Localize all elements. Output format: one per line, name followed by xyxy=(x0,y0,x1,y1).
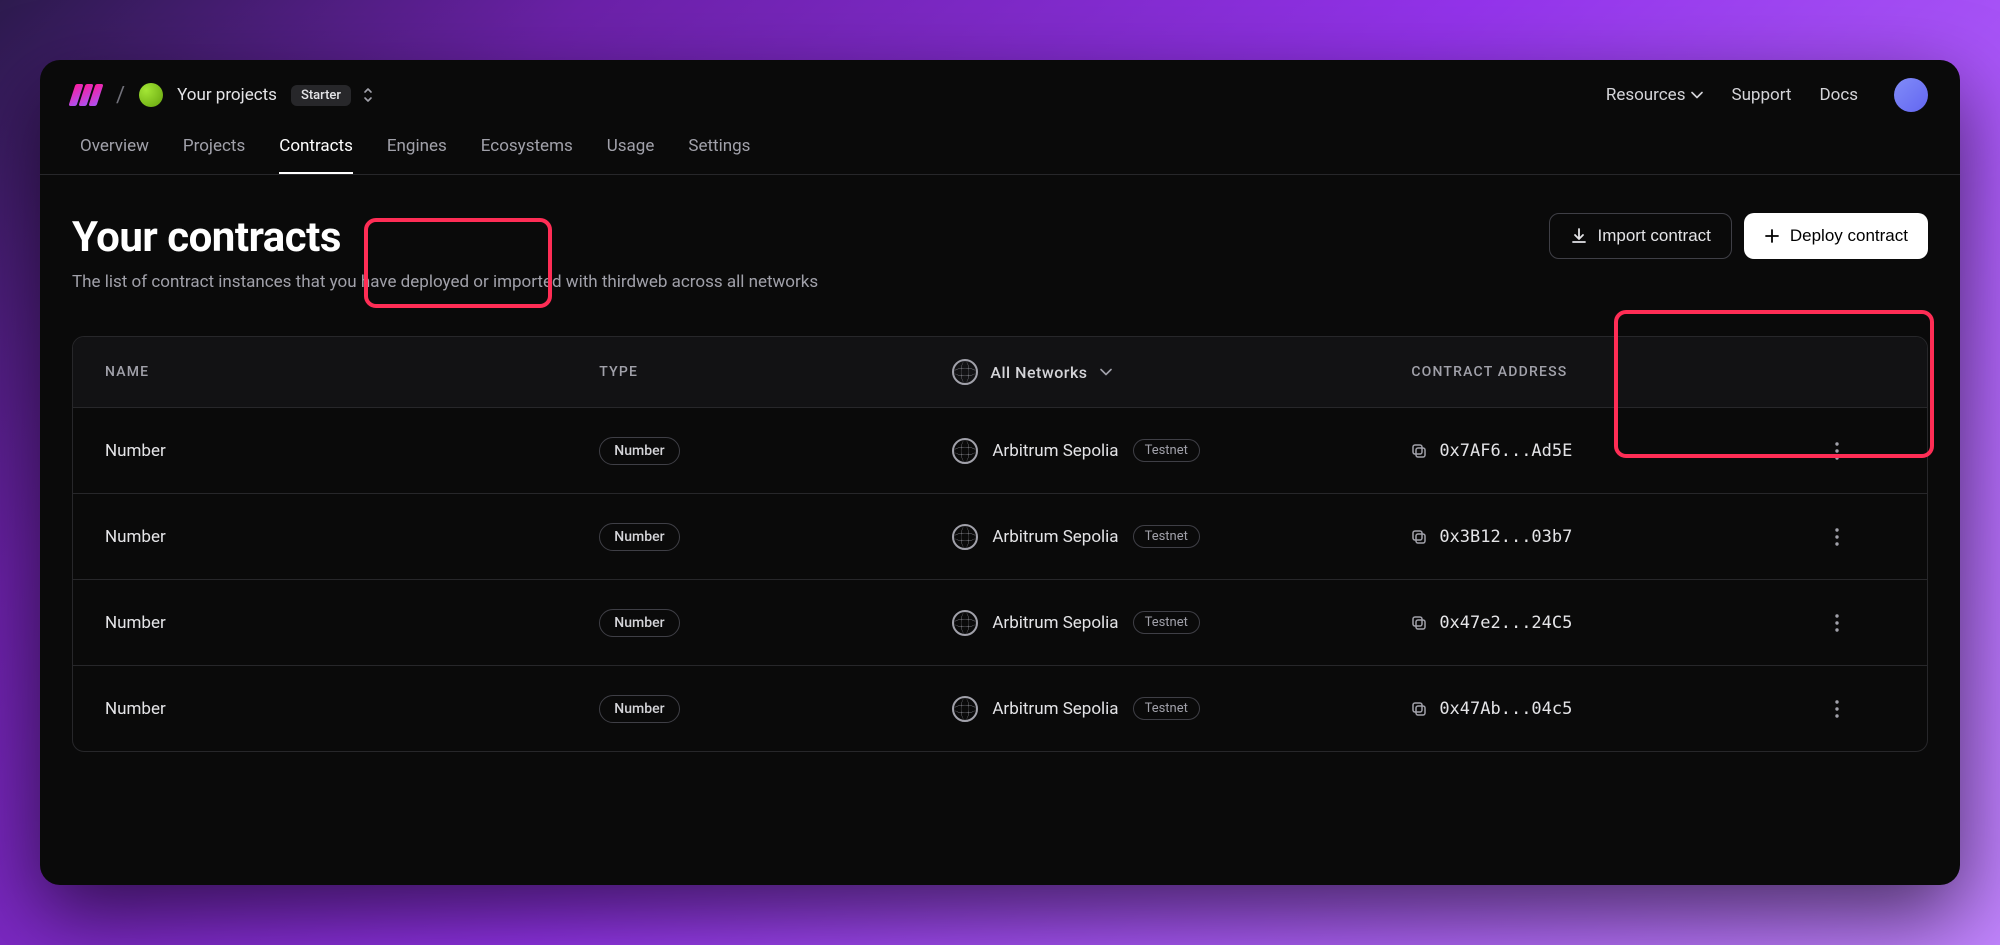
cell-name: Number xyxy=(105,613,599,633)
contracts-table: NAME TYPE All Networks CONTRACT ADDRESS … xyxy=(72,336,1928,752)
row-menu-button[interactable] xyxy=(1835,614,1895,632)
cell-type: Number xyxy=(599,523,952,551)
network-name: Arbitrum Sepolia xyxy=(992,441,1118,461)
tab-contracts[interactable]: Contracts xyxy=(279,136,353,174)
cell-type: Number xyxy=(599,437,952,465)
project-avatar[interactable] xyxy=(139,83,163,107)
type-pill: Number xyxy=(599,609,679,637)
row-menu-button[interactable] xyxy=(1835,442,1895,460)
resources-menu[interactable]: Resources xyxy=(1606,85,1704,105)
tab-projects[interactable]: Projects xyxy=(183,136,245,174)
page-title: Your contracts xyxy=(72,213,818,262)
tab-engines[interactable]: Engines xyxy=(387,136,447,174)
user-avatar[interactable] xyxy=(1894,78,1928,112)
cell-address: 0x47Ab...04c5 xyxy=(1411,699,1835,719)
tab-overview[interactable]: Overview xyxy=(80,136,149,174)
deploy-contract-label: Deploy contract xyxy=(1790,226,1908,246)
copy-icon[interactable] xyxy=(1411,529,1427,545)
download-icon xyxy=(1570,227,1588,245)
cell-name: Number xyxy=(105,441,599,461)
cell-address: 0x47e2...24C5 xyxy=(1411,613,1835,633)
globe-icon xyxy=(952,610,978,636)
plan-badge: Starter xyxy=(291,85,351,106)
contract-address: 0x47e2...24C5 xyxy=(1439,613,1572,633)
testnet-badge: Testnet xyxy=(1133,439,1200,462)
main-tabs: Overview Projects Contracts Engines Ecos… xyxy=(40,122,1960,175)
cell-network: Arbitrum Sepolia Testnet xyxy=(952,696,1411,722)
project-switcher-icon[interactable] xyxy=(361,86,375,104)
cell-network: Arbitrum Sepolia Testnet xyxy=(952,438,1411,464)
project-name[interactable]: Your projects xyxy=(177,85,277,105)
table-row[interactable]: Number Number Arbitrum Sepolia Testnet 0… xyxy=(73,493,1927,579)
table-row[interactable]: Number Number Arbitrum Sepolia Testnet 0… xyxy=(73,579,1927,665)
testnet-badge: Testnet xyxy=(1133,697,1200,720)
logo-icon[interactable] xyxy=(72,83,102,107)
cell-address: 0x7AF6...Ad5E xyxy=(1411,441,1835,461)
page-actions: Import contract Deploy contract xyxy=(1549,213,1929,259)
import-contract-label: Import contract xyxy=(1598,226,1711,246)
network-name: Arbitrum Sepolia xyxy=(992,699,1118,719)
cell-network: Arbitrum Sepolia Testnet xyxy=(952,610,1411,636)
globe-icon xyxy=(952,438,978,464)
table-row[interactable]: Number Number Arbitrum Sepolia Testnet 0… xyxy=(73,407,1927,493)
cell-name: Number xyxy=(105,527,599,547)
network-name: Arbitrum Sepolia xyxy=(992,613,1118,633)
tab-ecosystems[interactable]: Ecosystems xyxy=(481,136,573,174)
tab-usage[interactable]: Usage xyxy=(607,136,655,174)
network-filter-label: All Networks xyxy=(990,363,1087,382)
cell-name: Number xyxy=(105,699,599,719)
copy-icon[interactable] xyxy=(1411,701,1427,717)
col-address: CONTRACT ADDRESS xyxy=(1411,364,1835,380)
contract-address: 0x3B12...03b7 xyxy=(1439,527,1572,547)
table-row[interactable]: Number Number Arbitrum Sepolia Testnet 0… xyxy=(73,665,1927,751)
topbar: / Your projects Starter Resources Suppor… xyxy=(40,60,1960,122)
import-contract-button[interactable]: Import contract xyxy=(1549,213,1732,259)
row-menu-button[interactable] xyxy=(1835,528,1895,546)
type-pill: Number xyxy=(599,523,679,551)
cell-type: Number xyxy=(599,609,952,637)
app-window: / Your projects Starter Resources Suppor… xyxy=(40,60,1960,885)
chevron-down-icon xyxy=(1100,368,1112,376)
resources-label: Resources xyxy=(1606,85,1686,105)
col-name: NAME xyxy=(105,364,599,380)
copy-icon[interactable] xyxy=(1411,615,1427,631)
type-pill: Number xyxy=(599,437,679,465)
deploy-contract-button[interactable]: Deploy contract xyxy=(1744,213,1928,259)
row-menu-button[interactable] xyxy=(1835,700,1895,718)
topbar-right: Resources Support Docs xyxy=(1606,78,1928,112)
topbar-left: / Your projects Starter xyxy=(72,83,375,108)
globe-icon xyxy=(952,359,978,385)
network-name: Arbitrum Sepolia xyxy=(992,527,1118,547)
network-filter[interactable]: All Networks xyxy=(952,359,1411,385)
col-type: TYPE xyxy=(599,364,952,380)
globe-icon xyxy=(952,524,978,550)
breadcrumb-separator: / xyxy=(116,83,125,108)
globe-icon xyxy=(952,696,978,722)
table-header: NAME TYPE All Networks CONTRACT ADDRESS xyxy=(73,337,1927,407)
testnet-badge: Testnet xyxy=(1133,611,1200,634)
support-link[interactable]: Support xyxy=(1731,85,1791,105)
chevron-down-icon xyxy=(1691,91,1703,99)
docs-link[interactable]: Docs xyxy=(1819,85,1858,105)
page-heading: Your contracts The list of contract inst… xyxy=(72,213,818,292)
tab-settings[interactable]: Settings xyxy=(688,136,750,174)
type-pill: Number xyxy=(599,695,679,723)
page-header-row: Your contracts The list of contract inst… xyxy=(72,213,1928,292)
contract-address: 0x47Ab...04c5 xyxy=(1439,699,1572,719)
testnet-badge: Testnet xyxy=(1133,525,1200,548)
contract-address: 0x7AF6...Ad5E xyxy=(1439,441,1572,461)
cell-address: 0x3B12...03b7 xyxy=(1411,527,1835,547)
plus-icon xyxy=(1764,228,1780,244)
content: Your contracts The list of contract inst… xyxy=(40,175,1960,752)
cell-type: Number xyxy=(599,695,952,723)
cell-network: Arbitrum Sepolia Testnet xyxy=(952,524,1411,550)
page-subtitle: The list of contract instances that you … xyxy=(72,272,818,292)
copy-icon[interactable] xyxy=(1411,443,1427,459)
